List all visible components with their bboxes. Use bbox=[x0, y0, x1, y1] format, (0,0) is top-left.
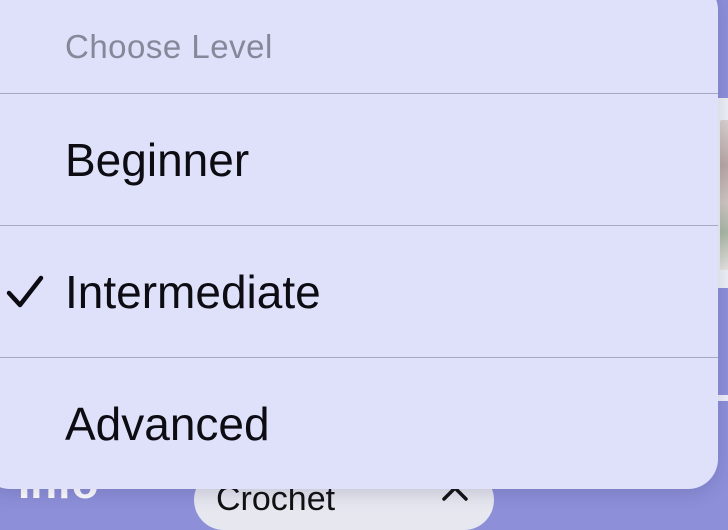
menu-item-advanced[interactable]: Advanced bbox=[0, 358, 718, 489]
checkmark-icon bbox=[6, 275, 44, 307]
menu-item-label: Advanced bbox=[65, 397, 270, 450]
menu-item-label: Beginner bbox=[65, 133, 250, 186]
menu-item-label: Intermediate bbox=[65, 265, 321, 318]
menu-title: Choose Level bbox=[65, 28, 273, 65]
level-menu: Choose Level Beginner Intermediate Advan… bbox=[0, 0, 718, 489]
menu-item-beginner[interactable]: Beginner bbox=[0, 94, 718, 225]
product-image bbox=[720, 120, 728, 270]
menu-item-intermediate[interactable]: Intermediate bbox=[0, 226, 718, 357]
